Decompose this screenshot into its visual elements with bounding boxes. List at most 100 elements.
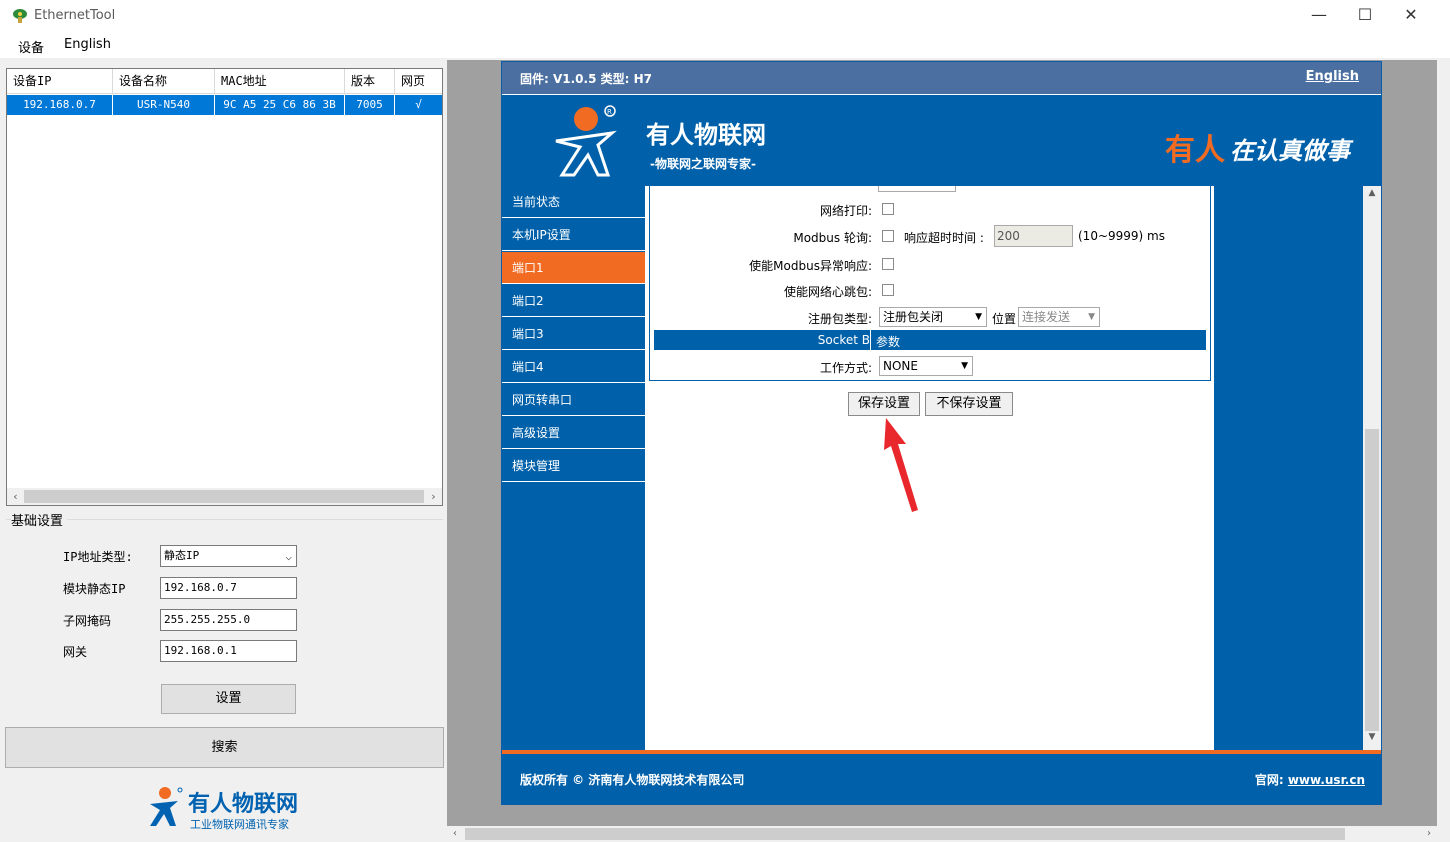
browser-hscrollbar[interactable]: ‹ ›: [447, 826, 1437, 842]
brand-name: 有人物联网: [646, 121, 766, 149]
scroll-down-icon[interactable]: ▼: [1363, 732, 1381, 748]
heartbeat-checkbox[interactable]: [882, 284, 894, 296]
slogan-white: 在认真做事: [1230, 137, 1350, 165]
nav-port3[interactable]: 端口3: [502, 318, 645, 350]
brand-banner: R 有人物联网 -物联网之联网专家- 有人 在认真做事: [502, 95, 1381, 186]
timeout-label: 响应超时时间 :: [904, 231, 984, 245]
page-footer: 版权所有 © 济南有人物联网技术有限公司 官网: www.usr.cn: [502, 754, 1381, 804]
work-mode-select[interactable]: NONE ▼: [879, 356, 973, 376]
discard-settings-button[interactable]: 不保存设置: [925, 392, 1013, 416]
heartbeat-label: 使能网络心跳包:: [783, 285, 872, 299]
dropdown-arrow-icon: ▼: [961, 361, 968, 371]
menu-english[interactable]: English: [64, 37, 111, 52]
subnet-input[interactable]: 255.255.255.0: [160, 609, 297, 631]
work-mode-value: NONE: [883, 359, 918, 373]
ethernettool-window: EthernetTool — ☐ ✕ 设备 English 设备IP 设备名称 …: [0, 0, 1450, 842]
runner-logo-icon: R: [555, 105, 617, 177]
scroll-thumb[interactable]: [465, 828, 1345, 840]
svg-text:R: R: [607, 108, 612, 116]
maximize-button[interactable]: ☐: [1342, 0, 1388, 32]
ip-type-select[interactable]: 静态IP ⌵: [160, 545, 297, 567]
table-row[interactable]: 192.168.0.7 USR-N540 9C A5 25 C6 86 3B 7…: [7, 95, 442, 115]
nav-advanced[interactable]: 高级设置: [502, 417, 645, 449]
annotation-arrow-icon: [884, 418, 918, 512]
modbus-exception-label: 使能Modbus异常响应:: [749, 259, 872, 273]
timeout-input[interactable]: 200: [994, 225, 1073, 247]
set-button[interactable]: 设置: [161, 684, 296, 714]
copyright: 版权所有 © 济南有人物联网技术有限公司: [520, 773, 745, 787]
nav-port2[interactable]: 端口2: [502, 285, 645, 317]
modbus-poll-checkbox[interactable]: [882, 230, 894, 242]
scroll-thumb[interactable]: [1365, 429, 1379, 731]
right-column: [1214, 186, 1363, 750]
search-button[interactable]: 搜索: [5, 727, 444, 768]
minimize-button[interactable]: —: [1296, 0, 1342, 32]
title-bar: EthernetTool — ☐ ✕: [0, 0, 1450, 32]
modbus-poll-label: Modbus 轮询:: [793, 231, 872, 245]
col-mac[interactable]: MAC地址: [215, 69, 345, 94]
runner-logo-icon: [150, 787, 183, 826]
reg-type-value: 注册包关闭: [883, 310, 944, 324]
reg-type-select[interactable]: 注册包关闭 ▼: [879, 307, 987, 327]
nav-sidebar: 当前状态 本机IP设置 端口1 端口2 端口3 端口4 网页转串口 高级设置 模…: [502, 186, 645, 750]
scroll-thumb[interactable]: [24, 490, 424, 503]
web-config-page: 固件: V1.0.5 类型: H7 English R 有人物联网 -物联网之联…: [501, 61, 1382, 805]
site-info: 官网: www.usr.cn: [1255, 771, 1365, 788]
scroll-right-icon[interactable]: ›: [425, 488, 442, 505]
gateway-input[interactable]: 192.168.0.1: [160, 640, 297, 662]
ip-type-label: IP地址类型:: [63, 550, 133, 564]
scroll-left-icon[interactable]: ‹: [447, 826, 463, 842]
table-header: 设备IP 设备名称 MAC地址 版本 网页: [7, 69, 442, 94]
position-select[interactable]: 连接发送 ▼: [1018, 307, 1100, 327]
device-table: 设备IP 设备名称 MAC地址 版本 网页 192.168.0.7 USR-N5…: [6, 68, 443, 506]
col-web[interactable]: 网页: [395, 69, 442, 94]
nav-port4[interactable]: 端口4: [502, 351, 645, 383]
site-link[interactable]: www.usr.cn: [1288, 773, 1365, 787]
window-title: EthernetTool: [34, 8, 116, 23]
nav-port1[interactable]: 端口1: [502, 252, 645, 284]
app-icon: [13, 9, 27, 23]
timeout-range: (10~9999) ms: [1078, 229, 1165, 243]
menu-device[interactable]: 设备: [18, 37, 44, 56]
scroll-left-icon[interactable]: ‹: [7, 488, 24, 505]
usr-logo: 有人物联网 工业物联网通讯专家: [140, 782, 340, 832]
cell-web[interactable]: √: [395, 95, 442, 115]
static-ip-label: 模块静态IP: [63, 582, 126, 596]
work-mode-label: 工作方式:: [819, 361, 872, 375]
scroll-up-icon[interactable]: ▲: [1363, 188, 1381, 204]
subnet-label: 子网掩码: [63, 614, 112, 628]
nav-local-ip[interactable]: 本机IP设置: [502, 219, 645, 251]
nav-web-to-serial[interactable]: 网页转串口: [502, 384, 645, 416]
brand-subtitle: -物联网之联网专家-: [650, 157, 756, 171]
col-version[interactable]: 版本: [345, 69, 395, 94]
menu-bar: 设备 English: [0, 32, 1450, 58]
col-device-name[interactable]: 设备名称: [113, 69, 215, 94]
site-label: 官网:: [1254, 773, 1288, 787]
table-hscrollbar[interactable]: ‹ ›: [7, 488, 442, 505]
firmware-bar: 固件: V1.0.5 类型: H7 English: [502, 62, 1381, 94]
gateway-label: 网关: [63, 645, 88, 659]
socket-b-label: Socket B: [817, 333, 870, 347]
logo-name: 有人物联网: [188, 792, 299, 817]
col-device-ip[interactable]: 设备IP: [7, 69, 113, 94]
close-button[interactable]: ✕: [1388, 0, 1434, 32]
nav-current-status[interactable]: 当前状态: [502, 186, 645, 218]
logo-tagline: 工业物联网通讯专家: [190, 818, 289, 831]
nav-module-mgmt[interactable]: 模块管理: [502, 450, 645, 482]
header-divider: [870, 330, 871, 350]
scroll-right-icon[interactable]: ›: [1421, 826, 1437, 842]
clipped-field: [878, 186, 956, 192]
page-vscrollbar[interactable]: ▲ ▼: [1363, 186, 1381, 750]
position-label: 位置: [992, 312, 1017, 326]
static-ip-input[interactable]: 192.168.0.7: [160, 577, 297, 599]
firmware-info: 固件: V1.0.5 类型: H7: [520, 72, 652, 86]
modbus-exception-checkbox[interactable]: [882, 258, 894, 270]
ip-type-value: 静态IP: [164, 549, 200, 562]
cell-version: 7005: [345, 95, 395, 115]
save-settings-button[interactable]: 保存设置: [848, 392, 920, 416]
net-print-checkbox[interactable]: [882, 203, 894, 215]
english-link[interactable]: English: [1306, 69, 1359, 84]
cell-mac: 9C A5 25 C6 86 3B: [215, 95, 345, 115]
cell-name: USR-N540: [113, 95, 215, 115]
position-value: 连接发送: [1022, 310, 1071, 324]
